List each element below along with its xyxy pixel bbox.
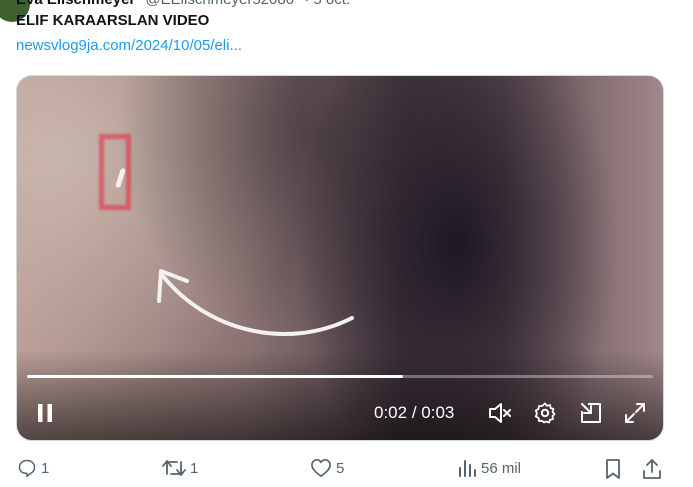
fullscreen-icon [625,403,645,423]
bookmark-icon [606,459,620,479]
author-handle[interactable]: @EEllschmeyer52080 [145,0,294,8]
fullscreen-button[interactable] [620,398,650,428]
settings-button[interactable] [530,398,560,428]
like-count: 5 [336,459,345,477]
view-count: 56 mil [481,459,522,477]
share-button[interactable] [641,458,663,480]
author-name[interactable]: Eva Ellschmeyer [16,0,135,8]
duration: 0:03 [421,403,455,422]
controls-overlay [17,350,663,440]
settings-icon [534,402,556,424]
current-time: 0:02 [374,403,408,422]
like-button[interactable]: 5 [310,458,344,478]
pause-icon [38,404,52,422]
like-icon [311,459,331,477]
progress-bar[interactable] [27,375,653,378]
pause-button[interactable] [30,398,60,428]
repost-count: 1 [190,459,199,477]
post-link[interactable]: newsvlog9ja.com/2024/10/05/eli... [16,37,242,54]
post-header: Eva Ellschmeyer @EEllschmeyer52080 · 5 o… [16,0,350,8]
reply-count: 1 [41,459,50,477]
bookmark-button[interactable] [604,458,622,480]
video-time: 0:02 / 0:03 [374,403,454,423]
post-text: ELIF KARAARSLAN VIDEO [16,12,210,29]
video-player[interactable]: 0:02 / 0:03 [16,75,664,441]
share-icon [643,459,661,479]
views-icon [459,460,476,477]
post-date[interactable]: · 5 oct. [304,0,350,8]
dock-icon [581,403,601,423]
views-button[interactable]: 56 mil [457,458,521,478]
progress-fill [27,375,403,378]
repost-button[interactable]: 1 [162,458,198,478]
mute-button[interactable] [485,398,515,428]
video-red-box [99,134,131,210]
mute-icon [489,403,511,423]
reply-button[interactable]: 1 [17,458,49,478]
time-separator: / [411,403,417,422]
video-arrow-graphic [157,269,354,336]
repost-icon [162,460,186,476]
post-actions: 1 1 5 56 mil [0,456,693,484]
reply-icon [18,459,36,478]
dock-button[interactable] [576,398,606,428]
